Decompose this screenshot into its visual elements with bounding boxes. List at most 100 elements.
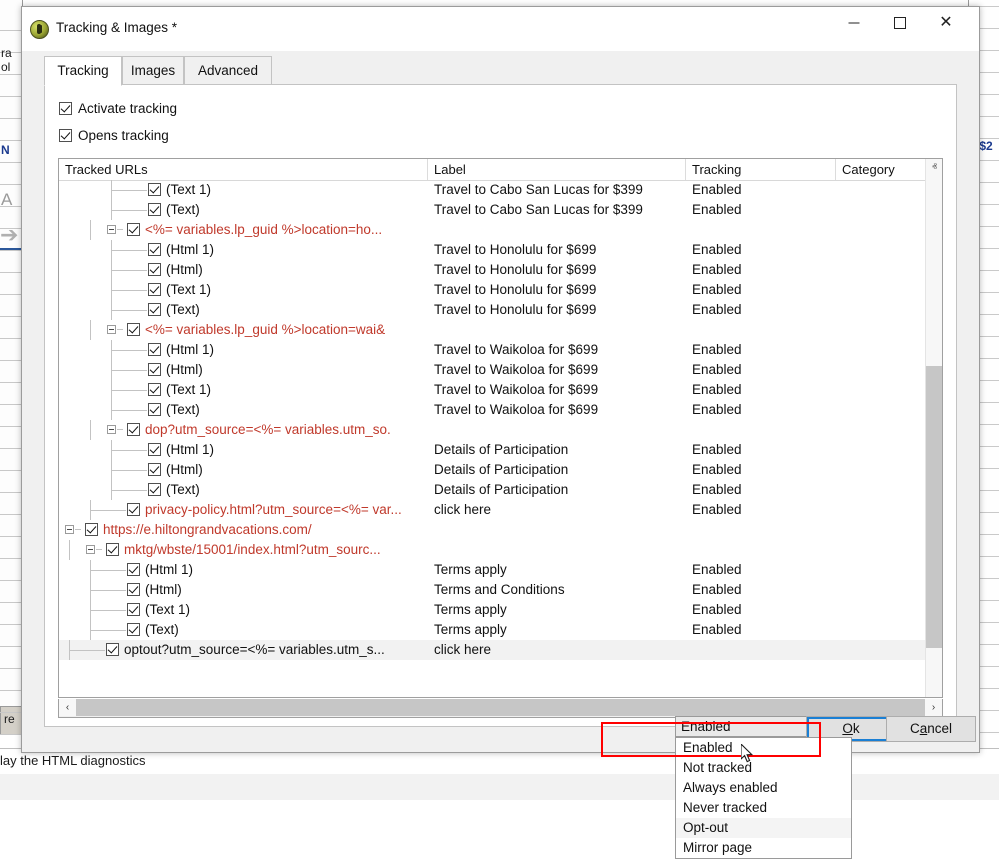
background-text-fragment: A: [1, 190, 12, 210]
tree-connector-line: [111, 470, 147, 471]
tree-connector-line: [90, 570, 126, 571]
row-checkbox[interactable]: [148, 403, 161, 416]
row-checkbox[interactable]: [148, 263, 161, 276]
scroll-down-button[interactable]: ⱟ: [926, 680, 943, 697]
table-row[interactable]: https://e.hiltongrandvacations.com/: [59, 520, 942, 540]
table-row[interactable]: mktg/wbste/15001/index.html?utm_sourc...: [59, 540, 942, 560]
tree-connector-line: [111, 350, 147, 351]
row-checkbox[interactable]: [148, 463, 161, 476]
row-label: click here: [434, 642, 491, 657]
row-checkbox[interactable]: [127, 603, 140, 616]
close-button[interactable]: ✕: [923, 7, 969, 38]
table-row[interactable]: dop?utm_source=<%= variables.utm_so.: [59, 420, 942, 440]
table-row[interactable]: (Html 1) Details of Participation Enabled: [59, 440, 942, 460]
dialog-title-bar[interactable]: Tracking & Images * ✕: [22, 7, 979, 51]
table-row[interactable]: (Text) Terms apply Enabled: [59, 620, 942, 640]
table-row[interactable]: (Html) Terms and Conditions Enabled: [59, 580, 942, 600]
dropdown-option[interactable]: Enabled: [676, 738, 851, 758]
table-row[interactable]: (Html) Travel to Waikoloa for $699 Enabled: [59, 360, 942, 380]
tracked-urls-list[interactable]: Tracked URLs Label Tracking Category (Te…: [58, 158, 943, 698]
table-row[interactable]: (Html) Travel to Honolulu for $699 Enabled: [59, 260, 942, 280]
column-header-label[interactable]: Label: [434, 162, 466, 177]
row-checkbox[interactable]: [127, 623, 140, 636]
vertical-scrollbar-thumb[interactable]: [926, 366, 943, 648]
row-checkbox[interactable]: [148, 183, 161, 196]
tab-images[interactable]: Images: [122, 56, 184, 85]
row-checkbox[interactable]: [127, 503, 140, 516]
row-checkbox[interactable]: [85, 523, 98, 536]
column-header-tracked-urls[interactable]: Tracked URLs: [65, 162, 148, 177]
dropdown-option[interactable]: Never tracked: [676, 798, 851, 818]
dropdown-option[interactable]: Opt-out: [676, 818, 851, 838]
table-row[interactable]: (Html 1) Travel to Honolulu for $699 Enabl…: [59, 240, 942, 260]
checkbox-opens-tracking-label: Opens tracking: [78, 128, 169, 143]
minimize-button[interactable]: [831, 7, 877, 38]
tree-expander-collapse[interactable]: [107, 225, 116, 234]
row-checkbox[interactable]: [148, 283, 161, 296]
cancel-button[interactable]: Cancel: [886, 716, 976, 742]
row-checkbox[interactable]: [127, 323, 140, 336]
table-row[interactable]: (Html) Details of Participation Enabled: [59, 460, 942, 480]
row-checkbox[interactable]: [148, 443, 161, 456]
row-checkbox[interactable]: [148, 303, 161, 316]
table-row[interactable]: (Text 1) Travel to Cabo San Lucas for $39…: [59, 180, 942, 200]
tree-connector-line: [111, 270, 147, 271]
row-checkbox[interactable]: [148, 483, 161, 496]
scroll-up-button[interactable]: ⱏ: [926, 159, 943, 176]
table-row[interactable]: (Text 1) Travel to Waikoloa for $699 Enabl…: [59, 380, 942, 400]
table-row[interactable]: (Text) Travel to Honolulu for $699 Enabled: [59, 300, 942, 320]
dropdown-option[interactable]: Always enabled: [676, 778, 851, 798]
row-tracking-status: Enabled: [692, 342, 742, 357]
tab-strip: Tracking Images Advanced: [44, 56, 957, 85]
table-row[interactable]: <%= variables.lp_guid %>location=ho...: [59, 220, 942, 240]
row-checkbox[interactable]: [148, 343, 161, 356]
table-row[interactable]: (Text) Travel to Cabo San Lucas for $399 E…: [59, 200, 942, 220]
dropdown-option[interactable]: Mirror page: [676, 838, 851, 858]
row-checkbox[interactable]: [127, 423, 140, 436]
vertical-scrollbar[interactable]: ⱏ ⱟ: [925, 159, 942, 697]
table-row[interactable]: (Text) Details of Participation Enabled: [59, 480, 942, 500]
tab-advanced[interactable]: Advanced: [184, 56, 272, 85]
checkbox-activate-tracking-label: Activate tracking: [78, 101, 177, 116]
tab-tracking[interactable]: Tracking: [44, 56, 122, 86]
row-checkbox[interactable]: [106, 543, 119, 556]
table-row[interactable]: <%= variables.lp_guid %>location=wai&: [59, 320, 942, 340]
row-checkbox[interactable]: [127, 563, 140, 576]
row-checkbox[interactable]: [127, 223, 140, 236]
row-checkbox[interactable]: [148, 203, 161, 216]
tree-connector-line: [69, 650, 105, 651]
table-row[interactable]: (Html 1) Terms apply Enabled: [59, 560, 942, 580]
background-grid-line: [0, 426, 22, 427]
tree-expander-collapse[interactable]: [107, 325, 116, 334]
background-accent-line: [0, 248, 22, 250]
row-checkbox[interactable]: [127, 583, 140, 596]
close-icon: ✕: [939, 15, 952, 31]
table-row[interactable]: privacy-policy.html?utm_source=<%= var..…: [59, 500, 942, 520]
column-header-tracking[interactable]: Tracking: [692, 162, 741, 177]
column-header-category[interactable]: Category: [842, 162, 895, 177]
table-row[interactable]: (Text 1) Travel to Honolulu for $699 Enabl…: [59, 280, 942, 300]
table-row[interactable]: optout?utm_source=<%= variables.utm_s...…: [59, 640, 942, 660]
maximize-button[interactable]: [877, 7, 923, 38]
table-row[interactable]: (Text) Travel to Waikoloa for $699 Enabled: [59, 400, 942, 420]
row-url-name: (Text 1): [166, 282, 211, 297]
row-checkbox[interactable]: [148, 363, 161, 376]
checkbox-opens-tracking[interactable]: Opens tracking: [59, 128, 169, 143]
background-status-text: lay the HTML diagnostics: [0, 753, 145, 768]
dropdown-option[interactable]: Not tracked: [676, 758, 851, 778]
row-label: Details of Participation: [434, 442, 568, 457]
tree-expander-collapse[interactable]: [65, 525, 74, 534]
background-grid-line: [0, 448, 22, 449]
tree-expander-collapse[interactable]: [86, 545, 95, 554]
tracking-value-dropdown-list[interactable]: Enabled Not tracked Always enabled Never tr…: [675, 737, 852, 859]
table-row[interactable]: (Html 1) Travel to Waikoloa for $699 Enabl…: [59, 340, 942, 360]
list-header: Tracked URLs Label Tracking Category: [59, 159, 942, 181]
row-checkbox[interactable]: [148, 383, 161, 396]
chevron-up-icon: ⱏ: [932, 163, 937, 173]
tree-connector-line: [111, 310, 147, 311]
tree-expander-collapse[interactable]: [107, 425, 116, 434]
row-checkbox[interactable]: [106, 643, 119, 656]
table-row[interactable]: (Text 1) Terms apply Enabled: [59, 600, 942, 620]
row-checkbox[interactable]: [148, 243, 161, 256]
checkbox-activate-tracking[interactable]: Activate tracking: [59, 101, 177, 116]
